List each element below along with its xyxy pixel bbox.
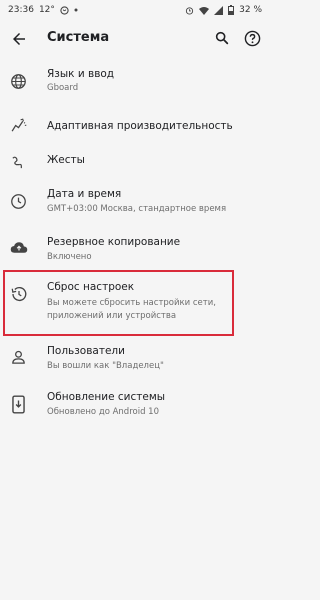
settings-item-title: Резервное копирование [47, 236, 181, 248]
settings-item-title: Пользователи [47, 345, 125, 357]
settings-item-language[interactable]: Язык и ввод Gboard [0, 62, 270, 104]
battery-icon [228, 5, 235, 15]
settings-item-system-update[interactable]: Обновление системы Обновлено до Android … [0, 386, 270, 426]
adaptive-performance-icon [10, 117, 28, 135]
settings-item-subtitle: Gboard [47, 83, 79, 93]
settings-item-subtitle: GMT+03:00 Москва, стандартное время [47, 204, 227, 214]
settings-item-backup[interactable]: Резервное копирование Включено [0, 230, 270, 270]
globe-icon [10, 73, 28, 91]
settings-item-subtitle: Включено [47, 252, 92, 262]
battery-percent: 32 % [239, 5, 262, 15]
page-title: Система [47, 30, 110, 45]
settings-item-adaptive-performance[interactable]: Адаптивная производительность [0, 108, 270, 144]
status-bar-left: 23:36 12° [8, 5, 78, 15]
settings-item-subtitle: Вы вошли как "Владелец" [47, 361, 164, 371]
settings-item-gestures[interactable]: Жесты [0, 146, 270, 182]
status-time: 23:36 [8, 5, 34, 15]
settings-item-date-time[interactable]: Дата и время GMT+03:00 Москва, стандартн… [0, 184, 270, 226]
settings-item-title: Дата и время [47, 188, 122, 200]
app-toolbar: Система [0, 20, 270, 60]
person-icon [10, 349, 28, 367]
help-icon[interactable] [244, 30, 262, 48]
messenger-notification-icon [60, 5, 69, 15]
system-update-icon [10, 395, 28, 414]
search-icon[interactable] [214, 30, 232, 48]
settings-item-subtitle: Обновлено до Android 10 [47, 407, 159, 417]
cloud-upload-icon [10, 239, 28, 257]
settings-item-title: Адаптивная производительность [47, 120, 233, 132]
dot-icon [74, 8, 78, 12]
signal-icon [214, 5, 224, 15]
highlight-frame [3, 270, 234, 336]
clock-icon [10, 193, 28, 211]
settings-item-title: Обновление системы [47, 391, 166, 403]
alarm-icon [185, 6, 194, 15]
status-bar-right: 32 % [185, 5, 262, 15]
settings-item-title: Язык и ввод [47, 68, 115, 80]
back-arrow-icon[interactable] [10, 30, 30, 50]
status-temperature: 12° [38, 5, 55, 15]
settings-item-title: Жесты [47, 154, 85, 166]
settings-item-users[interactable]: Пользователи Вы вошли как "Владелец" [0, 340, 270, 380]
status-bar: 23:36 12° 32 % [0, 0, 270, 20]
wifi-icon [199, 6, 210, 15]
gestures-icon [10, 154, 28, 172]
